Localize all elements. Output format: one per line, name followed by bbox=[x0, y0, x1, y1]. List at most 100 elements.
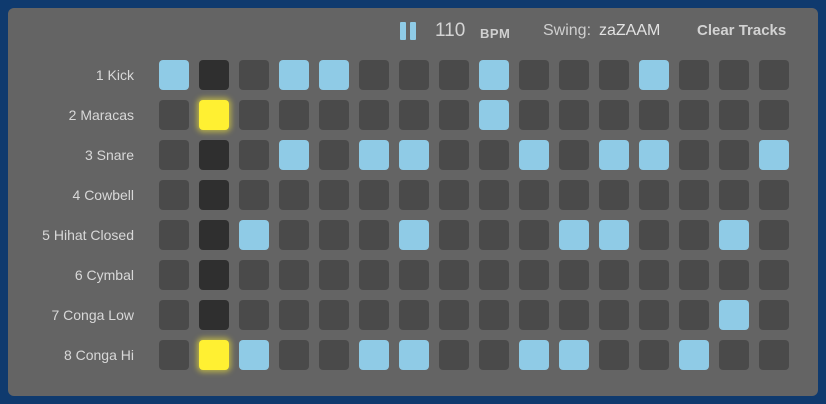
step-button[interactable] bbox=[159, 300, 189, 330]
step-button[interactable] bbox=[319, 180, 349, 210]
step-button[interactable] bbox=[439, 100, 469, 130]
step-button[interactable] bbox=[199, 340, 229, 370]
step-button[interactable] bbox=[439, 260, 469, 290]
step-button[interactable] bbox=[719, 300, 749, 330]
step-button[interactable] bbox=[439, 140, 469, 170]
step-button[interactable] bbox=[279, 260, 309, 290]
step-button[interactable] bbox=[319, 340, 349, 370]
step-button[interactable] bbox=[639, 140, 669, 170]
step-button[interactable] bbox=[439, 340, 469, 370]
step-button[interactable] bbox=[599, 340, 629, 370]
step-button[interactable] bbox=[479, 100, 509, 130]
step-button[interactable] bbox=[399, 140, 429, 170]
step-button[interactable] bbox=[559, 260, 589, 290]
step-button[interactable] bbox=[599, 140, 629, 170]
step-button[interactable] bbox=[639, 300, 669, 330]
step-button[interactable] bbox=[359, 140, 389, 170]
step-button[interactable] bbox=[679, 100, 709, 130]
step-button[interactable] bbox=[679, 220, 709, 250]
step-button[interactable] bbox=[439, 60, 469, 90]
step-button[interactable] bbox=[359, 260, 389, 290]
step-button[interactable] bbox=[439, 180, 469, 210]
step-button[interactable] bbox=[159, 220, 189, 250]
step-button[interactable] bbox=[159, 140, 189, 170]
step-button[interactable] bbox=[279, 220, 309, 250]
step-button[interactable] bbox=[679, 60, 709, 90]
step-button[interactable] bbox=[359, 220, 389, 250]
swing-value[interactable]: zaZAAM bbox=[599, 22, 660, 40]
step-button[interactable] bbox=[759, 60, 789, 90]
step-button[interactable] bbox=[199, 60, 229, 90]
step-button[interactable] bbox=[599, 180, 629, 210]
step-button[interactable] bbox=[559, 220, 589, 250]
step-button[interactable] bbox=[759, 100, 789, 130]
step-button[interactable] bbox=[759, 260, 789, 290]
step-button[interactable] bbox=[759, 300, 789, 330]
step-button[interactable] bbox=[399, 300, 429, 330]
step-button[interactable] bbox=[159, 260, 189, 290]
step-button[interactable] bbox=[719, 100, 749, 130]
step-button[interactable] bbox=[519, 300, 549, 330]
step-button[interactable] bbox=[559, 100, 589, 130]
step-button[interactable] bbox=[559, 180, 589, 210]
step-button[interactable] bbox=[239, 180, 269, 210]
step-button[interactable] bbox=[399, 260, 429, 290]
step-button[interactable] bbox=[599, 100, 629, 130]
step-button[interactable] bbox=[719, 220, 749, 250]
step-button[interactable] bbox=[279, 180, 309, 210]
step-button[interactable] bbox=[199, 180, 229, 210]
step-button[interactable] bbox=[239, 220, 269, 250]
step-button[interactable] bbox=[679, 180, 709, 210]
step-button[interactable] bbox=[399, 180, 429, 210]
step-button[interactable] bbox=[559, 340, 589, 370]
step-button[interactable] bbox=[679, 140, 709, 170]
step-button[interactable] bbox=[279, 60, 309, 90]
step-button[interactable] bbox=[199, 300, 229, 330]
step-button[interactable] bbox=[359, 60, 389, 90]
step-button[interactable] bbox=[479, 60, 509, 90]
step-button[interactable] bbox=[479, 220, 509, 250]
step-button[interactable] bbox=[759, 180, 789, 210]
step-button[interactable] bbox=[199, 100, 229, 130]
step-button[interactable] bbox=[639, 180, 669, 210]
step-button[interactable] bbox=[679, 260, 709, 290]
step-button[interactable] bbox=[319, 140, 349, 170]
step-button[interactable] bbox=[319, 60, 349, 90]
step-button[interactable] bbox=[159, 100, 189, 130]
step-button[interactable] bbox=[519, 180, 549, 210]
step-button[interactable] bbox=[479, 140, 509, 170]
step-button[interactable] bbox=[519, 260, 549, 290]
step-button[interactable] bbox=[359, 300, 389, 330]
step-button[interactable] bbox=[479, 340, 509, 370]
step-button[interactable] bbox=[719, 340, 749, 370]
step-button[interactable] bbox=[639, 60, 669, 90]
step-button[interactable] bbox=[359, 340, 389, 370]
step-button[interactable] bbox=[399, 60, 429, 90]
step-button[interactable] bbox=[519, 60, 549, 90]
step-button[interactable] bbox=[239, 340, 269, 370]
step-button[interactable] bbox=[639, 340, 669, 370]
step-button[interactable] bbox=[239, 140, 269, 170]
step-button[interactable] bbox=[239, 100, 269, 130]
step-button[interactable] bbox=[159, 180, 189, 210]
step-button[interactable] bbox=[319, 300, 349, 330]
step-button[interactable] bbox=[639, 220, 669, 250]
step-button[interactable] bbox=[359, 180, 389, 210]
step-button[interactable] bbox=[399, 220, 429, 250]
step-button[interactable] bbox=[399, 100, 429, 130]
step-button[interactable] bbox=[519, 220, 549, 250]
step-button[interactable] bbox=[199, 260, 229, 290]
step-button[interactable] bbox=[719, 140, 749, 170]
step-button[interactable] bbox=[719, 60, 749, 90]
step-button[interactable] bbox=[319, 260, 349, 290]
step-button[interactable] bbox=[519, 100, 549, 130]
step-button[interactable] bbox=[599, 220, 629, 250]
step-button[interactable] bbox=[399, 340, 429, 370]
step-button[interactable] bbox=[519, 140, 549, 170]
step-button[interactable] bbox=[479, 300, 509, 330]
step-button[interactable] bbox=[519, 340, 549, 370]
step-button[interactable] bbox=[479, 260, 509, 290]
step-button[interactable] bbox=[239, 300, 269, 330]
bpm-value[interactable]: 110 bbox=[435, 20, 465, 42]
step-button[interactable] bbox=[319, 220, 349, 250]
